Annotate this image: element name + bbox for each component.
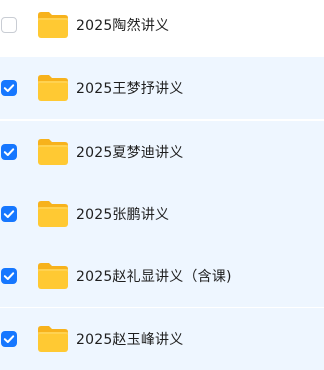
file-row[interactable]: 2025赵礼显讲义（含课) <box>0 245 324 307</box>
row-checkbox[interactable] <box>1 17 17 33</box>
row-checkbox[interactable] <box>1 268 17 284</box>
folder-icon <box>38 263 68 289</box>
checkmark-icon <box>3 84 15 92</box>
file-name: 2025夏梦迪讲义 <box>76 145 184 161</box>
file-list: 2025陶然讲义 2025王梦抒讲义 2025夏梦迪讲义 2025张鹏讲义 20… <box>0 0 324 370</box>
row-checkbox[interactable] <box>1 331 17 347</box>
checkmark-icon <box>3 272 15 280</box>
file-row[interactable]: 2025赵玉峰讲义 <box>0 308 324 370</box>
file-row[interactable]: 2025张鹏讲义 <box>0 183 324 245</box>
file-name: 2025赵玉峰讲义 <box>76 332 184 348</box>
file-name: 2025陶然讲义 <box>76 18 170 34</box>
folder-icon <box>38 201 68 227</box>
checkmark-icon <box>3 210 15 218</box>
folder-icon <box>38 139 68 165</box>
row-checkbox[interactable] <box>1 206 17 222</box>
file-row[interactable]: 2025王梦抒讲义 <box>0 57 324 119</box>
folder-icon <box>38 12 68 38</box>
folder-icon <box>38 75 68 101</box>
folder-icon <box>38 326 68 352</box>
file-name: 2025张鹏讲义 <box>76 207 170 223</box>
row-checkbox[interactable] <box>1 80 17 96</box>
file-row[interactable]: 2025夏梦迪讲义 <box>0 121 324 183</box>
file-name: 2025王梦抒讲义 <box>76 81 184 97</box>
checkmark-icon <box>3 335 15 343</box>
checkmark-icon <box>3 148 15 156</box>
file-row[interactable]: 2025陶然讲义 <box>0 0 324 56</box>
row-checkbox[interactable] <box>1 144 17 160</box>
file-name: 2025赵礼显讲义（含课) <box>76 269 232 285</box>
